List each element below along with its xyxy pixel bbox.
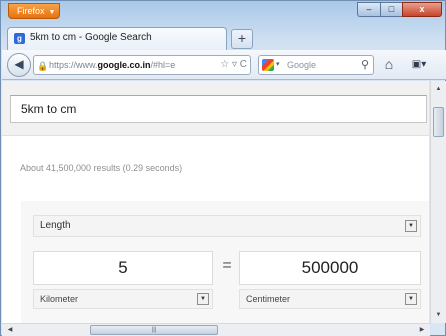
- browser-window: Firefox ▼ – □ x g 5km to cm - Google Sear…: [0, 0, 446, 336]
- maximize-button[interactable]: □: [380, 2, 403, 17]
- vertical-scrollbar[interactable]: ▲ ▼: [430, 81, 446, 323]
- browser-search-bar[interactable]: ▾ Google ⚲: [258, 55, 374, 75]
- search-engine-dropdown-icon[interactable]: ▾: [276, 56, 280, 74]
- address-bar[interactable]: 🔒 https://www.google.co.in/#hl=e ☆ ▿ C: [33, 55, 251, 75]
- chevron-down-icon: ▼: [197, 293, 209, 305]
- search-header: 5km to cm: [2, 81, 429, 136]
- unit-category-select[interactable]: Length ▼: [33, 215, 421, 237]
- tab-title: 5km to cm - Google Search: [30, 32, 152, 43]
- from-unit-select[interactable]: Kilometer ▼: [33, 289, 213, 309]
- horizontal-scrollbar[interactable]: ◀ ||| ▶: [2, 323, 430, 336]
- from-unit-label: Kilometer: [40, 294, 79, 304]
- firefox-menu-button[interactable]: Firefox ▼: [8, 3, 60, 19]
- result-stats: About 41,500,000 results (0.29 seconds): [20, 163, 183, 173]
- from-value-input[interactable]: 5: [33, 251, 213, 285]
- search-engine-label: Google: [287, 60, 317, 70]
- url-domain: google.co.in: [97, 60, 151, 70]
- search-input[interactable]: 5km to cm: [10, 95, 427, 123]
- scroll-right-icon[interactable]: ▶: [416, 324, 428, 336]
- chevron-down-icon: ▼: [405, 220, 417, 232]
- back-arrow-icon: ◀: [14, 57, 24, 71]
- bookmarks-menu-icon[interactable]: ▣▾: [404, 55, 434, 75]
- tab-google-search[interactable]: g 5km to cm - Google Search: [7, 27, 227, 50]
- new-tab-button[interactable]: +: [231, 29, 253, 49]
- scroll-up-icon[interactable]: ▲: [433, 83, 444, 95]
- page-content: 5km to cm About 41,500,000 results (0.29…: [2, 81, 429, 323]
- chevron-down-icon: ▼: [48, 9, 56, 16]
- firefox-menu-label: Firefox: [17, 6, 45, 16]
- google-logo-icon: [262, 59, 274, 71]
- equals-sign: =: [222, 257, 232, 274]
- vertical-scroll-thumb[interactable]: [433, 107, 444, 137]
- horizontal-scroll-thumb[interactable]: |||: [90, 325, 218, 335]
- url-bar-actions[interactable]: ☆ ▿ C: [218, 56, 247, 74]
- minimize-button[interactable]: –: [357, 2, 381, 17]
- back-button[interactable]: ◀: [7, 53, 31, 77]
- close-button[interactable]: x: [402, 2, 442, 17]
- url-prefix: https://www.: [49, 60, 98, 70]
- to-unit-label: Centimeter: [246, 294, 291, 304]
- home-icon[interactable]: ⌂: [379, 55, 399, 75]
- to-value-input[interactable]: 500000: [239, 251, 421, 285]
- search-icon[interactable]: ⚲: [361, 56, 369, 74]
- lock-icon: 🔒: [37, 61, 49, 71]
- unit-category-label: Length: [40, 220, 71, 231]
- url-rest: /#hl=e: [150, 60, 176, 70]
- chevron-down-icon: ▼: [405, 293, 417, 305]
- google-favicon-icon: g: [14, 33, 25, 44]
- to-unit-select[interactable]: Centimeter ▼: [239, 289, 421, 309]
- navigation-toolbar: ◀ 🔒 https://www.google.co.in/#hl=e ☆ ▿ C…: [2, 50, 446, 80]
- scroll-down-icon[interactable]: ▼: [433, 309, 444, 321]
- unit-converter: Length ▼ 5 = 500000 Kilometer ▼ Centimet…: [21, 201, 429, 323]
- scroll-left-icon[interactable]: ◀: [4, 324, 16, 336]
